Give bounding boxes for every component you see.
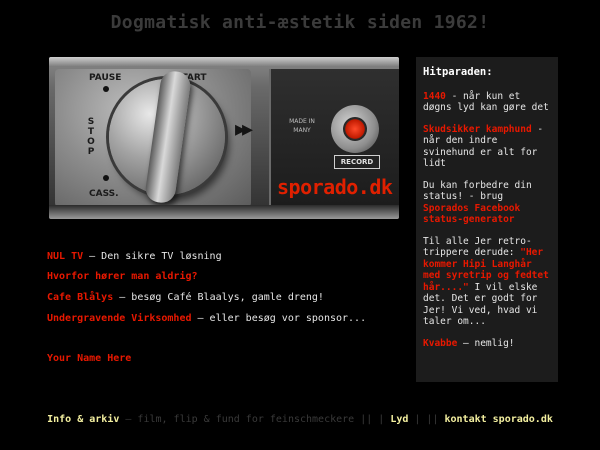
pause-label: PAUSE (89, 73, 122, 83)
sidebar-item: Skudsikker kamphund - når den indre svin… (423, 124, 551, 170)
list-item: Cafe Blålys – besøg Café Blaalys, gamle … (47, 291, 324, 304)
link-nul-tv[interactable]: NUL TV (47, 251, 83, 262)
list-item: Undergravende Virksomhed – eller besøg v… (47, 312, 366, 325)
stop-label: STOP (87, 117, 95, 157)
footer-separator: | || (408, 414, 445, 425)
brand-logo: sporado.dk (277, 175, 393, 199)
footer-link-info-arkiv[interactable]: Info & arkiv (47, 414, 119, 425)
sidebar-item-text: Til alle Jer retro-trippere derude: (423, 235, 532, 259)
indicator-dot (103, 86, 109, 92)
link-description: – besøg Café Blaalys, gamle dreng! (113, 292, 324, 303)
link-facebook-status-generator[interactable]: Sporados Facebook status-generator (423, 203, 520, 226)
cass-label: CASS. (89, 189, 119, 199)
sidebar-heading: Hitparaden: (423, 66, 493, 78)
fast-forward-icon: ▸▸ (235, 117, 253, 142)
link-hvorfor[interactable]: Hvorfor hører man aldrig? (47, 271, 198, 282)
sidebar-item-text: – nemlig! (457, 337, 515, 349)
sidebar-item: Kvabbe – nemlig! (423, 338, 551, 350)
sidebar-item-text: Du kan forbedre din status! - brug (423, 179, 532, 203)
link-skudsikker-kamphund[interactable]: Skudsikker kamphund (423, 124, 532, 135)
footer-nav: Info & arkiv – film, flip & fund for fei… (0, 414, 600, 425)
sidebar-item: Du kan forbedre din status! - brug Spora… (423, 180, 551, 226)
footer-tagline: – film, flip & fund for feinschmeckere |… (119, 414, 391, 425)
hero-top-frame (49, 57, 399, 67)
sidebar-item: Til alle Jer retro-trippere derude: "Her… (423, 236, 551, 328)
hero-bottom-rail (49, 205, 399, 219)
footer-link-kontakt[interactable]: kontakt sporado.dk (445, 414, 553, 425)
made-in-label: MADE IN MANY (282, 117, 322, 135)
made-in-text: MADE IN (289, 118, 315, 125)
site-title: Dogmatisk anti-æstetik siden 1962! (110, 12, 490, 33)
record-light-icon (343, 117, 367, 141)
link-description: – eller besøg vor sponsor... (191, 313, 367, 324)
link-1440[interactable]: 1440 (423, 91, 446, 102)
made-in-country: MANY (293, 127, 311, 134)
list-item: Hvorfor hører man aldrig? (47, 270, 198, 283)
link-cafe-blaalys[interactable]: Cafe Blålys (47, 292, 113, 303)
link-your-name-here[interactable]: Your Name Here (47, 353, 131, 364)
list-item: Your Name Here (47, 352, 131, 365)
sidebar-hitparaden: Hitparaden: 1440 - når kun et døgns lyd … (416, 57, 558, 382)
link-kvabbe[interactable]: Kvabbe (423, 338, 457, 349)
indicator-dot (103, 175, 109, 181)
link-undergravende[interactable]: Undergravende Virksomhed (47, 313, 192, 324)
record-label: RECORD (334, 155, 380, 169)
link-description: – Den sikre TV løsning (83, 251, 222, 262)
footer-link-lyd[interactable]: Lyd (390, 414, 408, 425)
list-item: NUL TV – Den sikre TV løsning (47, 250, 222, 263)
sidebar-item: 1440 - når kun et døgns lyd kan gøre det (423, 91, 551, 114)
hero-image-tape-recorder: PAUSE START STOP CASS. ▸▸ MADE IN MANY R… (49, 57, 399, 219)
